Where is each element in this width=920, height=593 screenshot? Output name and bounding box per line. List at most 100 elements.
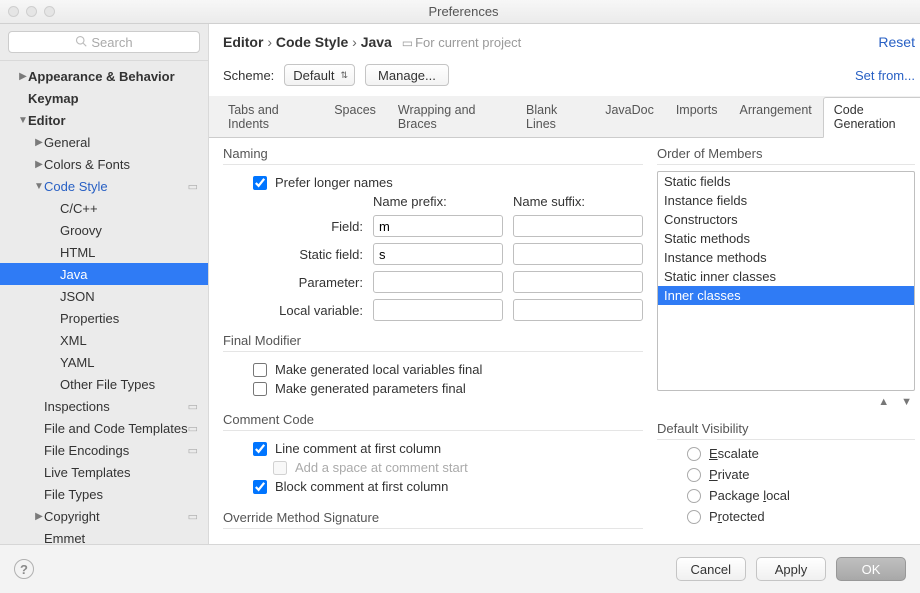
tree-copyright[interactable]: ▶Copyright▭ bbox=[0, 505, 208, 527]
tab-bar: Tabs and Indents Spaces Wrapping and Bra… bbox=[209, 96, 920, 138]
tree-json[interactable]: JSON bbox=[0, 285, 208, 307]
chevron-down-icon: ▼ bbox=[34, 181, 44, 192]
comment-legend: Comment Code bbox=[223, 410, 643, 431]
chevron-right-icon: ▶ bbox=[34, 159, 44, 170]
order-list[interactable]: Static fields Instance fields Constructo… bbox=[657, 171, 915, 391]
chevron-down-icon: ▼ bbox=[18, 115, 28, 126]
tree-yaml[interactable]: YAML bbox=[0, 351, 208, 373]
name-suffix-header: Name suffix: bbox=[513, 194, 643, 209]
tree-inspections[interactable]: Inspections▭ bbox=[0, 395, 208, 417]
order-item[interactable]: Instance fields bbox=[658, 191, 914, 210]
tab-javadoc[interactable]: JavaDoc bbox=[594, 97, 665, 138]
vis-escalate[interactable]: Escalate bbox=[687, 446, 915, 461]
apply-button[interactable]: Apply bbox=[756, 557, 826, 581]
field-suffix-input[interactable] bbox=[513, 215, 643, 237]
tree-java[interactable]: Java bbox=[0, 263, 208, 285]
order-item[interactable]: Constructors bbox=[658, 210, 914, 229]
vis-protected[interactable]: Protected bbox=[687, 509, 915, 524]
settings-tree: ▶Appearance & Behavior Keymap ▼Editor ▶G… bbox=[0, 61, 208, 544]
tab-codegen[interactable]: Code Generation bbox=[823, 97, 920, 138]
search-input[interactable]: Search bbox=[8, 31, 200, 53]
scheme-select[interactable]: Default ⇅ bbox=[284, 64, 355, 86]
tree-appearance[interactable]: ▶Appearance & Behavior bbox=[0, 65, 208, 87]
breadcrumb: Editor › Code Style › Java ▭For current … bbox=[223, 34, 878, 50]
cancel-button[interactable]: Cancel bbox=[676, 557, 746, 581]
order-legend: Order of Members bbox=[657, 144, 915, 165]
tree-general[interactable]: ▶General bbox=[0, 131, 208, 153]
prefer-longer-checkbox[interactable] bbox=[253, 176, 267, 190]
order-item[interactable]: Instance methods bbox=[658, 248, 914, 267]
window-title: Preferences bbox=[15, 4, 912, 19]
tree-colors[interactable]: ▶Colors & Fonts bbox=[0, 153, 208, 175]
block-comment-first[interactable]: Block comment at first column bbox=[253, 479, 643, 494]
tree-codestyle[interactable]: ▼Code Style▭ bbox=[0, 175, 208, 197]
chevron-right-icon: ▶ bbox=[34, 511, 44, 522]
tree-groovy[interactable]: Groovy bbox=[0, 219, 208, 241]
parameter-label: Parameter: bbox=[253, 275, 363, 290]
titlebar: Preferences bbox=[0, 0, 920, 24]
static-suffix-input[interactable] bbox=[513, 243, 643, 265]
final-legend: Final Modifier bbox=[223, 331, 643, 352]
vis-package[interactable]: Package local bbox=[687, 488, 915, 503]
naming-legend: Naming bbox=[223, 144, 643, 165]
bottom-bar: ? Cancel Apply OK bbox=[0, 544, 920, 593]
static-prefix-input[interactable] bbox=[373, 243, 503, 265]
vis-private[interactable]: Private bbox=[687, 467, 915, 482]
param-suffix-input[interactable] bbox=[513, 271, 643, 293]
prefer-longer-names[interactable]: Prefer longer names bbox=[253, 175, 643, 190]
setfrom-link[interactable]: Set from... bbox=[855, 68, 915, 83]
order-item[interactable]: Static fields bbox=[658, 172, 914, 191]
static-field-label: Static field: bbox=[253, 247, 363, 262]
tree-cpp[interactable]: C/C++ bbox=[0, 197, 208, 219]
field-prefix-input[interactable] bbox=[373, 215, 503, 237]
override-legend: Override Method Signature bbox=[223, 508, 643, 529]
search-placeholder: Search bbox=[91, 35, 132, 50]
project-icon: ▭ bbox=[188, 400, 198, 413]
chevron-right-icon: ▶ bbox=[34, 137, 44, 148]
move-up-icon[interactable]: ▲ bbox=[875, 395, 892, 409]
tab-blanklines[interactable]: Blank Lines bbox=[515, 97, 594, 138]
tab-imports[interactable]: Imports bbox=[665, 97, 729, 138]
tree-editor[interactable]: ▼Editor bbox=[0, 109, 208, 131]
order-item-selected[interactable]: Inner classes bbox=[658, 286, 914, 305]
final-params[interactable]: Make generated parameters final bbox=[253, 381, 643, 396]
tree-livetpl[interactable]: Live Templates bbox=[0, 461, 208, 483]
tree-properties[interactable]: Properties bbox=[0, 307, 208, 329]
name-prefix-header: Name prefix: bbox=[373, 194, 503, 209]
project-icon: ▭ bbox=[188, 510, 198, 523]
final-vars[interactable]: Make generated local variables final bbox=[253, 362, 643, 377]
tab-tabs-indents[interactable]: Tabs and Indents bbox=[217, 97, 323, 138]
space-at-comment: Add a space at comment start bbox=[273, 460, 643, 475]
search-icon bbox=[75, 35, 87, 50]
line-comment-first[interactable]: Line comment at first column bbox=[253, 441, 643, 456]
local-var-label: Local variable: bbox=[253, 303, 363, 318]
order-item[interactable]: Static methods bbox=[658, 229, 914, 248]
visibility-legend: Default Visibility bbox=[657, 419, 915, 440]
ok-button[interactable]: OK bbox=[836, 557, 906, 581]
tree-filetypes[interactable]: File Types bbox=[0, 483, 208, 505]
tree-emmet[interactable]: Emmet bbox=[0, 527, 208, 544]
local-prefix-input[interactable] bbox=[373, 299, 503, 321]
tab-spaces[interactable]: Spaces bbox=[323, 97, 387, 138]
chevron-right-icon: ▶ bbox=[18, 71, 28, 82]
param-prefix-input[interactable] bbox=[373, 271, 503, 293]
tree-encodings[interactable]: File Encodings▭ bbox=[0, 439, 208, 461]
tab-wrapping[interactable]: Wrapping and Braces bbox=[387, 97, 515, 138]
project-icon: ▭ bbox=[402, 36, 413, 50]
sidebar: Search ▶Appearance & Behavior Keymap ▼Ed… bbox=[0, 24, 209, 544]
manage-button[interactable]: Manage... bbox=[365, 64, 449, 86]
tab-arrangement[interactable]: Arrangement bbox=[729, 97, 823, 138]
tree-otherfiles[interactable]: Other File Types bbox=[0, 373, 208, 395]
tree-xml[interactable]: XML bbox=[0, 329, 208, 351]
tree-templates[interactable]: File and Code Templates▭ bbox=[0, 417, 208, 439]
tree-keymap[interactable]: Keymap bbox=[0, 87, 208, 109]
reset-link[interactable]: Reset bbox=[878, 34, 915, 50]
help-button[interactable]: ? bbox=[14, 559, 34, 579]
tree-html[interactable]: HTML bbox=[0, 241, 208, 263]
move-down-icon[interactable]: ▼ bbox=[898, 395, 915, 409]
local-suffix-input[interactable] bbox=[513, 299, 643, 321]
project-icon: ▭ bbox=[188, 180, 198, 193]
field-label: Field: bbox=[253, 219, 363, 234]
scheme-label: Scheme: bbox=[223, 68, 274, 83]
order-item[interactable]: Static inner classes bbox=[658, 267, 914, 286]
